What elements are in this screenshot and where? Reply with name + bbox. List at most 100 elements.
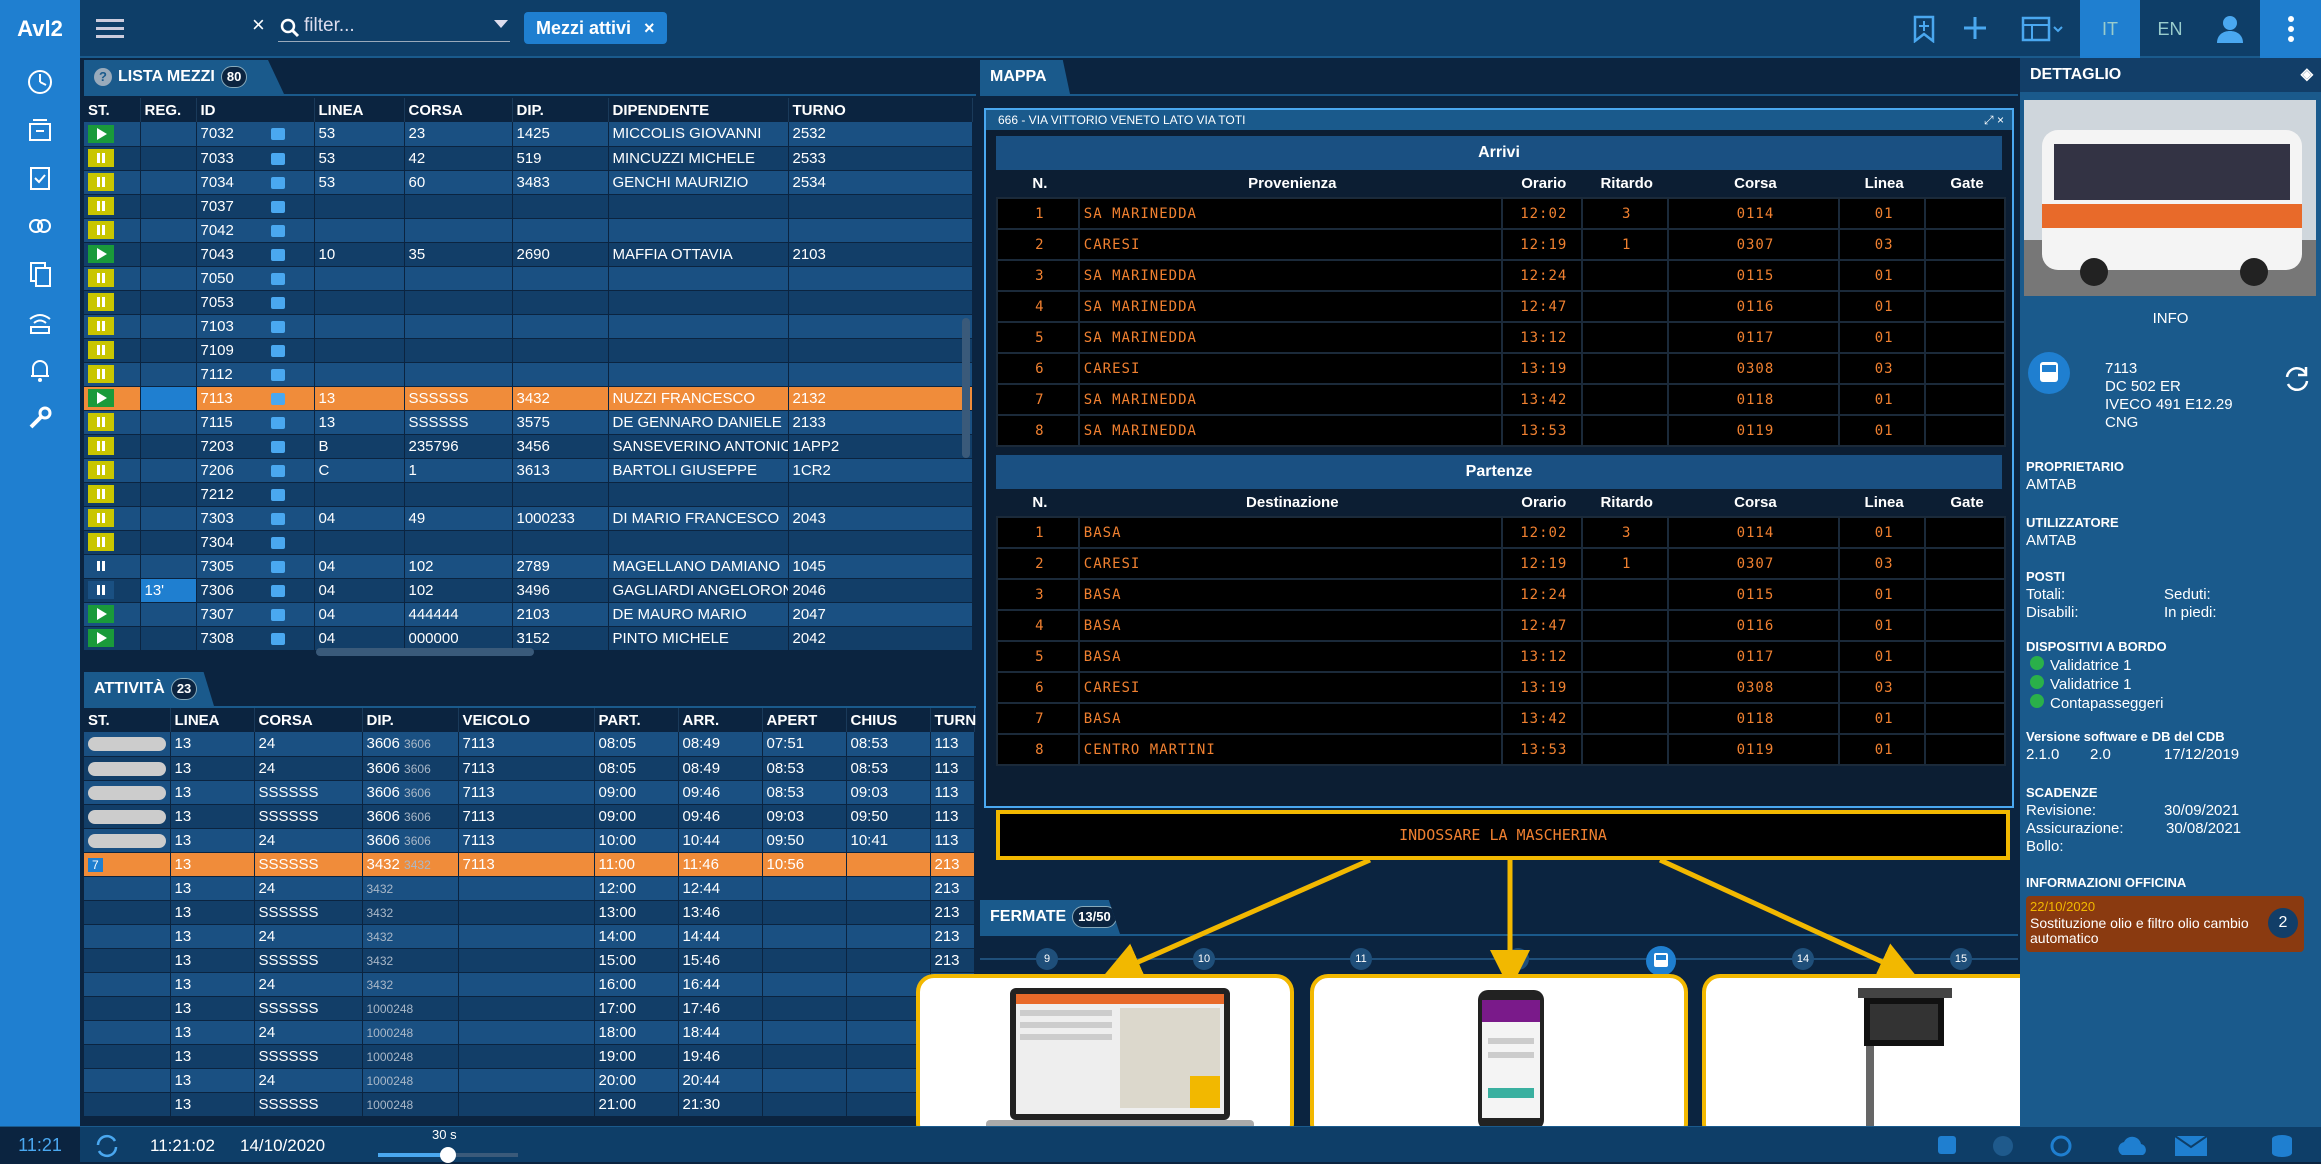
table-row[interactable]: 13' 7306 04 102 3496 GAGLIARDI ANGELORON 2046 [84,578,973,603]
horizontal-scrollbar[interactable] [316,648,534,656]
table-row[interactable]: 7212 [84,482,973,507]
column-header[interactable]: LINEA [314,98,405,122]
column-header[interactable]: VEICOLO [458,708,595,732]
vertical-scrollbar[interactable] [962,318,970,458]
table-row[interactable]: 13 24 3606 3606 7113 10:00 10:44 09:50 10:41 113 [84,828,975,853]
bookmark-icon[interactable] [1898,0,1950,58]
table-row[interactable]: 7 13 SSSSSS 3432 3432 7113 11:00 11:46 10:56 213 [84,852,975,877]
table-row[interactable]: 7042 [84,218,973,243]
close-window-icon[interactable]: ⤢ × [1984,110,2004,130]
table-row[interactable]: 1324 100024820:0020:44213 [84,1068,975,1093]
table-row[interactable]: 7303 04 49 1000233 DI MARIO FRANCESCO 2043 [84,506,973,531]
column-header[interactable]: DIP. [362,708,459,732]
archive-icon[interactable] [0,106,80,154]
table-row[interactable]: 7032 53 23 1425 MICCOLIS GIOVANNI 2532 [84,122,973,147]
wifi-icon[interactable] [0,298,80,346]
attivita-tab[interactable]: ATTIVITÀ 23 [84,672,214,706]
table-row[interactable]: 7112 [84,362,973,387]
table-row[interactable]: 13 24 3606 3606 7113 08:05 08:49 07:51 08:53 113 [84,732,975,757]
table-row[interactable]: 1324 100024818:0018:44213 [84,1020,975,1045]
table-row[interactable]: 13SSSSSS 100024817:0017:46213 [84,996,975,1021]
column-header[interactable]: TURN [930,708,976,732]
interval-slider-thumb[interactable] [440,1147,456,1163]
part-cell: 12:00 [594,876,679,901]
column-header[interactable]: ARR. [678,708,763,732]
active-filter-chip[interactable]: Mezzi attivi × [524,12,667,44]
table-row[interactable]: 13SSSSSS 100024819:0019:46213 [84,1044,975,1069]
column-header[interactable]: DIP. [512,98,609,122]
refresh-icon[interactable] [2282,364,2312,399]
mappa-tab[interactable]: MAPPA [980,60,1070,94]
table-row[interactable]: 7115 13 SSSSSS 3575 DE GENNARO DANIELE 2133 [84,410,973,435]
settings-status-icon[interactable] [2048,1133,2074,1164]
table-row[interactable]: 7033 53 42 519 MINCUZZI MICHELE 2533 [84,146,973,171]
table-row[interactable]: 7053 [84,290,973,315]
hamburger-menu-icon[interactable] [96,14,124,42]
table-row[interactable]: 7050 [84,266,973,291]
wrench-icon[interactable] [0,394,80,442]
more-menu-icon[interactable] [2260,0,2321,58]
table-row[interactable]: 7307 04 444444 2103 DE MAURO MARIO 2047 [84,602,973,627]
link-icon[interactable] [0,202,80,250]
column-header[interactable]: ST. [84,708,171,732]
table-row[interactable]: 7034 53 60 3483 GENCHI MAURIZIO 2534 [84,170,973,195]
lista-mezzi-tab[interactable]: ? LISTA MEZZI 80 [84,60,284,94]
clipboard-icon[interactable] [0,154,80,202]
column-header[interactable]: ID [196,98,315,122]
clock-status-icon[interactable] [1990,1133,2016,1164]
mail-icon[interactable] [2174,1135,2208,1162]
column-header[interactable]: TURNO [788,98,973,122]
table-row[interactable]: 13 SSSSSS 3606 3606 7113 09:00 09:46 09:03 09:5… [84,804,975,829]
user-icon[interactable] [2200,0,2260,58]
board-cell [1580,578,1669,611]
table-row[interactable]: 7308 04 000000 3152 PINTO MICHELE 2042 [84,626,973,651]
column-header[interactable]: APERT [762,708,847,732]
column-header[interactable]: LINEA [170,708,255,732]
table-row[interactable]: 7103 [84,314,973,339]
table-row[interactable]: 13 24 3432 14:00 14:44 213 [84,924,975,949]
layout-icon[interactable] [2010,0,2076,58]
lang-it-button[interactable]: IT [2080,0,2140,58]
table-row[interactable]: 13 SSSSSS 3432 15:00 15:46 213 [84,948,975,973]
column-header[interactable]: ST. [84,98,141,122]
fermate-tab[interactable]: FERMATE 13/50 [980,900,1120,934]
bell-icon[interactable] [0,346,80,394]
help-icon[interactable]: ? [94,68,112,86]
filter-dropdown-icon[interactable] [494,20,508,28]
table-row[interactable]: 13SSSSSS 100024821:0021:30213 [84,1092,975,1117]
table-row[interactable]: 7206 C 1 3613 BARTOLI GIUSEPPE 1CR2 [84,458,973,483]
column-header[interactable]: CORSA [404,98,513,122]
cloud-upload-icon[interactable] [2116,1133,2150,1164]
table-row[interactable]: 13 24 3432 12:00 12:44 213 [84,876,975,901]
column-header[interactable]: DIPENDENTE [608,98,789,122]
bus-status-icon[interactable] [1934,1133,1960,1164]
chip-close-icon[interactable]: × [644,18,655,38]
column-header[interactable]: CHIUS [846,708,931,732]
officina-card[interactable]: 22/10/2020 Sostituzione olio e filtro ol… [2026,896,2304,952]
table-row[interactable]: 1324 343216:0016:44213 [84,972,975,997]
column-header[interactable]: CORSA [254,708,363,732]
dashboard-icon[interactable] [0,58,80,106]
table-row[interactable]: 13 24 3606 3606 7113 08:05 08:49 08:53 08:53 113 [84,756,975,781]
filter-input[interactable]: filter... [278,12,510,42]
column-header[interactable]: PART. [594,708,679,732]
database-icon[interactable] [2268,1133,2298,1164]
sync-icon[interactable] [94,1133,120,1164]
add-icon[interactable] [1950,0,2002,58]
layers-icon[interactable]: ◈ [2301,58,2313,92]
table-row[interactable]: 7113 13 SSSSSS 3432 NUZZI FRANCESCO 2132 [84,386,973,411]
column-header[interactable]: REG. [140,98,197,122]
table-row[interactable]: 7203 B 235796 3456 SANSEVERINO ANTONIO 1APP2 [84,434,973,459]
table-row[interactable]: 13 SSSSSS 3606 3606 7113 09:00 09:46 08:53 09:0… [84,780,975,805]
table-row[interactable]: 7043 10 35 2690 MAFFIA OTTAVIA 2103 [84,242,973,267]
table-row[interactable]: 7304 [84,530,973,555]
stop-marker[interactable]: 9 [1036,948,1058,970]
interval-slider[interactable] [378,1147,518,1163]
table-row[interactable]: 13 SSSSSS 3432 13:00 13:46 213 [84,900,975,925]
table-row[interactable]: 7109 [84,338,973,363]
table-row[interactable]: 7305 04 102 2789 MAGELLANO DAMIANO 1045 [84,554,973,579]
lang-en-button[interactable]: EN [2140,0,2200,58]
table-row[interactable]: 7037 [84,194,973,219]
documents-icon[interactable] [0,250,80,298]
clear-filter-icon[interactable]: × [252,12,265,38]
